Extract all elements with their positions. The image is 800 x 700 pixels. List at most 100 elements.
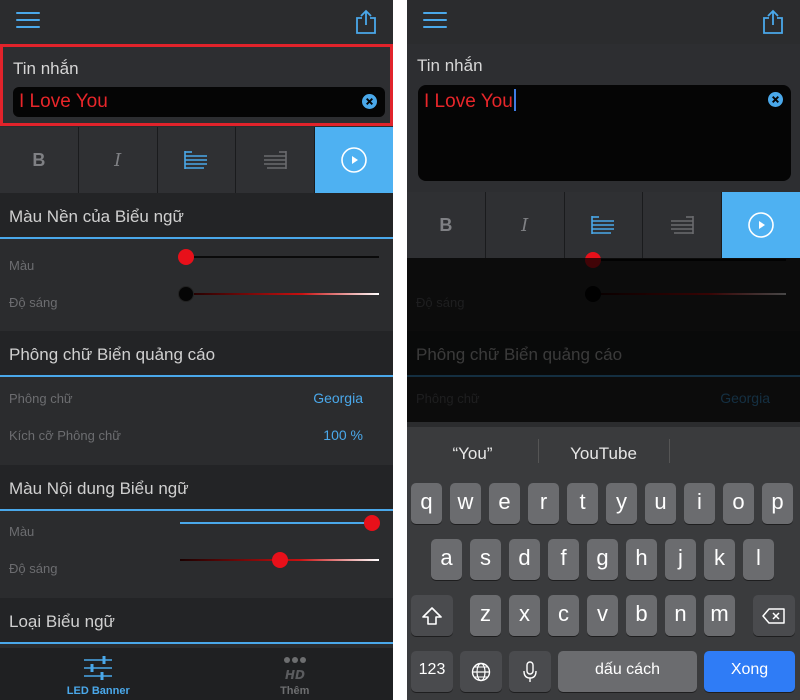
background-color-slider[interactable] [178,247,379,267]
section-title: Loại Biểu ngữ [9,612,115,631]
message-section: Tin nhắn I Love You [407,44,800,192]
shift-key[interactable] [411,595,453,636]
align-right-icon [264,151,288,169]
key[interactable]: s [470,539,501,580]
align-left-button[interactable] [564,192,643,258]
suggestion-2[interactable]: YouTube [538,427,669,471]
suggestion-3[interactable] [669,427,800,471]
slider-thumb[interactable] [178,286,194,302]
row-label: Màu [9,258,35,273]
background-brightness-slider[interactable] [178,284,379,304]
globe-key[interactable] [460,651,502,692]
font-row[interactable]: Phông chữ Georgia [0,380,393,417]
key[interactable]: i [684,483,715,524]
key[interactable]: w [450,483,481,524]
backspace-icon [762,607,785,624]
italic-button[interactable]: I [485,192,564,258]
key[interactable]: j [665,539,696,580]
globe-icon [471,662,491,681]
space-key[interactable]: dấu cách [558,651,697,692]
slider-thumb[interactable] [364,515,380,531]
background-color-row: Màu [0,247,393,284]
align-left-button[interactable] [157,127,236,193]
microphone-icon [523,660,537,682]
slider-thumb[interactable] [271,552,288,568]
key[interactable]: t [567,483,598,524]
key[interactable]: q [411,483,442,524]
content-color-row: Màu [0,513,393,550]
key[interactable]: p [762,483,793,524]
font-value: Georgia [313,390,363,406]
key[interactable]: x [509,595,540,636]
microphone-key[interactable] [509,651,551,692]
play-button[interactable] [315,127,393,193]
key[interactable]: f [548,539,579,580]
shift-icon [422,606,442,625]
message-label: Tin nhắn [417,56,483,75]
key[interactable]: y [606,483,637,524]
banner-background-header: Màu Nền của Biểu ngữ [0,193,393,239]
key[interactable]: m [704,595,735,636]
section-title: Màu Nội dung Biểu ngữ [9,479,189,498]
key[interactable]: b [626,595,657,636]
backspace-key[interactable] [753,595,795,636]
message-input[interactable]: I Love You [13,87,385,117]
font-size-value: 100 % [323,427,363,443]
tab-label: Thêm [280,685,310,697]
tab-more[interactable]: HD Thêm [197,648,394,700]
text-caret [513,89,516,111]
content-color-slider[interactable] [180,513,380,533]
align-right-button[interactable] [236,127,315,193]
settings-screen-left: Tin nhắn I Love You B I Màu Nền của Biểu… [0,0,393,700]
text-format-toolbar: B I [407,192,800,258]
top-bar [407,0,800,44]
key[interactable]: g [587,539,618,580]
edit-screen-right: Tin nhắn I Love You B I “You” YouTube q … [407,0,800,700]
key[interactable]: r [528,483,559,524]
font-section-header: Phông chữ Biển quảng cáo [0,331,393,377]
key[interactable]: z [470,595,501,636]
message-section: Tin nhắn I Love You [0,44,393,126]
key[interactable]: l [743,539,774,580]
bold-button[interactable]: B [0,127,78,193]
key[interactable]: k [704,539,735,580]
key[interactable]: v [587,595,618,636]
font-size-row[interactable]: Kích cỡ Phông chữ 100 % [0,417,393,454]
key[interactable]: n [665,595,696,636]
clear-icon[interactable] [362,94,377,109]
message-text: I Love You [424,91,513,112]
italic-button[interactable]: I [78,127,157,193]
row-label: Màu [9,524,35,539]
bold-button[interactable]: B [407,192,485,258]
done-key[interactable]: Xong [704,651,795,692]
key[interactable]: e [489,483,520,524]
slider-thumb[interactable] [178,249,194,265]
top-bar [0,0,393,44]
more-icon: HD [283,657,306,682]
key[interactable]: o [723,483,754,524]
key[interactable]: d [509,539,540,580]
play-button[interactable] [722,192,800,258]
clear-icon[interactable] [768,92,783,107]
share-icon[interactable] [355,9,377,35]
share-icon[interactable] [762,9,784,35]
menu-icon[interactable] [423,12,447,30]
key[interactable]: u [645,483,676,524]
align-right-icon [671,216,695,234]
content-brightness-slider[interactable] [180,550,379,570]
tab-led-banner[interactable]: LED Banner [0,648,197,700]
suggestion-1[interactable]: “You” [407,427,538,471]
key[interactable]: h [626,539,657,580]
tab-bar: LED Banner HD Thêm [0,648,393,700]
message-input-value: I Love You [19,91,108,112]
numbers-key[interactable]: 123 [411,651,453,692]
dim-overlay [407,258,800,422]
key[interactable]: c [548,595,579,636]
play-icon [748,212,774,238]
align-right-button[interactable] [643,192,722,258]
keyboard: “You” YouTube q w e r t y u i o p a s d … [407,427,800,700]
key[interactable]: a [431,539,462,580]
menu-icon[interactable] [16,12,40,30]
play-icon [341,147,367,173]
message-textarea[interactable]: I Love You [418,85,791,181]
